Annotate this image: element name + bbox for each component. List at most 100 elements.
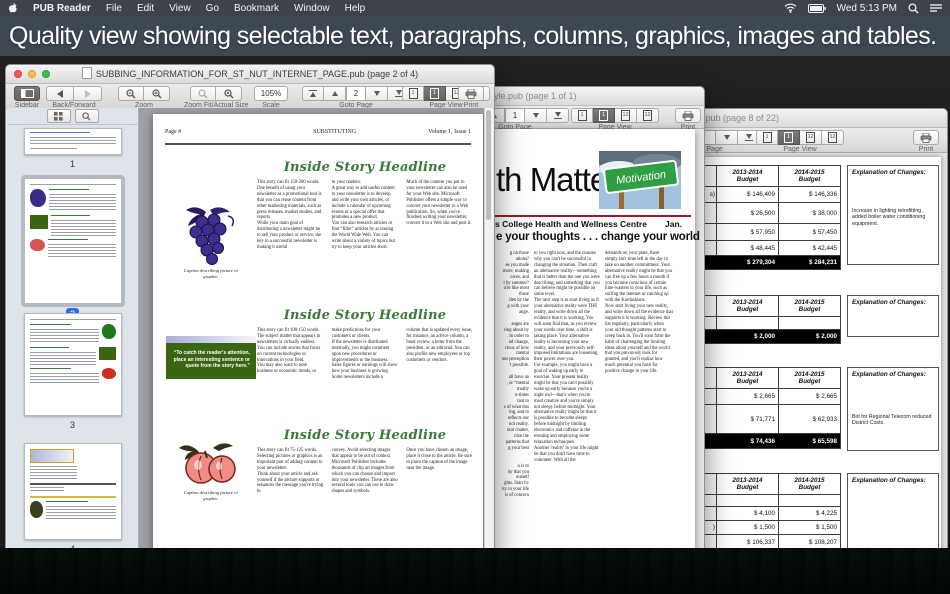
clock-menu[interactable]: Wed 5:13 PM <box>837 3 897 14</box>
single-page-view-button[interactable]: 1 <box>402 86 424 101</box>
thumbnail-item-4[interactable]: 4 <box>7 443 138 554</box>
front-window-title: SUBBING_INFORMATION_FOR_ST_NUT_INTERNET_… <box>96 69 418 79</box>
print-button[interactable] <box>675 108 701 123</box>
notification-center-menu[interactable] <box>930 3 942 13</box>
two-page-continuous-button[interactable]: 12 <box>637 108 659 123</box>
header-left: Page # <box>165 129 181 135</box>
newsletter-page: Page # SUBSTITUTING Volume 1, Issue 1 <box>153 114 483 551</box>
single-page-continuous-button[interactable]: 1 <box>778 130 800 145</box>
two-page-continuous-button[interactable]: 12 <box>822 130 844 145</box>
header-center: SUBSTITUTING <box>313 129 356 135</box>
peaches-image <box>177 438 245 488</box>
forward-button[interactable] <box>74 86 102 101</box>
goto-first-page-button[interactable] <box>302 86 324 101</box>
back-button[interactable] <box>46 86 74 101</box>
story-column: This story can fit 100-150 words. The su… <box>257 328 324 381</box>
thumbnail-view-button[interactable] <box>47 109 71 123</box>
zoom-fit-icon <box>198 89 208 99</box>
thumbnail-item-2[interactable]: 2 <box>7 178 138 320</box>
zoom-out-button[interactable] <box>118 86 144 101</box>
goto-last-page-button[interactable] <box>547 108 569 123</box>
page-number-field[interactable]: 1 <box>505 108 525 123</box>
next-page-button[interactable] <box>716 130 738 145</box>
story-column: This story can fit 75-125 words. Selecti… <box>257 448 324 495</box>
zoom-in-button[interactable] <box>144 86 170 101</box>
previous-page-button[interactable] <box>324 86 346 101</box>
motivation-sign-image: Motivation <box>599 151 681 209</box>
story-2: “To catch the reader's attention, place … <box>165 308 473 381</box>
sidebar-toggle-button[interactable] <box>14 86 40 101</box>
two-page-view-button[interactable]: 12 <box>800 130 822 145</box>
window-controls <box>14 70 50 78</box>
front-window-titlebar[interactable]: SUBBING_INFORMATION_FOR_ST_NUT_INTERNET_… <box>6 65 494 84</box>
menu-file[interactable]: File <box>106 3 122 14</box>
actual-size-button[interactable] <box>216 86 242 101</box>
search-button[interactable] <box>75 109 99 123</box>
menu-go[interactable]: Go <box>206 3 219 14</box>
print-label: Print <box>919 146 933 153</box>
menu-view[interactable]: View <box>169 3 191 14</box>
minimize-button[interactable] <box>28 70 36 78</box>
app-menu[interactable]: PUB Reader <box>33 3 91 14</box>
page-header: Page # SUBSTITUTING Volume 1, Issue 1 <box>165 129 471 135</box>
print-button[interactable] <box>458 86 484 101</box>
window-newsletter[interactable]: SUBBING_INFORMATION_FOR_ST_NUT_INTERNET_… <box>5 64 495 559</box>
story-headline: Inside Story Headline <box>257 308 473 323</box>
menu-bookmark[interactable]: Bookmark <box>234 3 279 14</box>
story-headline: Inside Story Headline <box>257 428 473 443</box>
story-column: to your readers. A great way to add usef… <box>332 180 399 251</box>
story-column: make predictions for your customers or c… <box>332 328 399 381</box>
masthead-mini <box>30 449 74 463</box>
scrollbar-thumb[interactable] <box>486 110 491 220</box>
story-column: Once you have chosen an image, place it … <box>406 448 473 495</box>
print-button[interactable] <box>913 130 939 145</box>
thumbnail-sidebar: 1 2 <box>7 108 139 557</box>
pullquote-mini <box>30 215 48 229</box>
thumbnail-item-1[interactable]: 1 <box>7 128 138 169</box>
next-page-button[interactable] <box>525 108 547 123</box>
budget-tables: 2013-2014 Budget2014-2015 Budget s)$ 146… <box>701 165 935 585</box>
actual-size-icon <box>224 89 234 99</box>
zoom-window-button[interactable] <box>42 70 50 78</box>
article-headline: e your thoughts . . . change your world <box>496 231 700 243</box>
battery-menu[interactable] <box>808 4 826 13</box>
back-arrow-icon <box>57 90 63 98</box>
back-window-title: .pub (page 8 of 22) <box>703 109 779 127</box>
close-button[interactable] <box>14 70 22 78</box>
scale-field[interactable]: 105% <box>254 86 288 101</box>
wifi-icon <box>784 3 797 13</box>
spotlight-icon <box>908 3 919 14</box>
article-column-3: demands on your plate, there simply isn'… <box>605 251 673 375</box>
zoom-fit-button[interactable] <box>190 86 216 101</box>
document-view[interactable]: Page # SUBSTITUTING Volume 1, Issue 1 <box>139 108 493 557</box>
header-rule <box>165 143 471 145</box>
thumbnail-item-3[interactable]: 3 <box>7 313 138 430</box>
wifi-menu[interactable] <box>784 3 797 13</box>
single-page-view-button[interactable]: 1 <box>571 108 593 123</box>
story-3: Caption describing picture or graphic. I… <box>165 428 473 502</box>
caption-text: Quality view showing selectable text, pa… <box>9 22 936 51</box>
document-scrollbar[interactable] <box>484 108 493 557</box>
peach-mini <box>30 239 45 251</box>
single-page-continuous-button[interactable]: 1 <box>593 108 615 123</box>
caption-banner: Quality view showing selectable text, pa… <box>0 16 950 56</box>
menu-edit[interactable]: Edit <box>137 3 154 14</box>
notification-list-icon <box>930 3 942 13</box>
menu-help[interactable]: Help <box>345 3 366 14</box>
grid-icon <box>54 112 63 121</box>
budget-table-2: 2013-2014 Budget2014-2015 Budget $ 2,000… <box>701 295 935 344</box>
printer-icon <box>682 111 694 121</box>
two-page-view-button[interactable]: 12 <box>615 108 637 123</box>
document-icon <box>82 67 92 79</box>
menu-window[interactable]: Window <box>294 3 330 14</box>
single-page-view-button[interactable]: 1 <box>756 130 778 145</box>
thumbnail-label-3: 3 <box>70 420 75 430</box>
single-page-continuous-button[interactable]: 1 <box>424 86 446 101</box>
printer-icon <box>920 133 932 143</box>
apple-menu[interactable] <box>8 2 18 15</box>
spotlight-menu[interactable] <box>908 3 919 14</box>
forward-arrow-icon <box>85 90 91 98</box>
header-right: Volume 1, Issue 1 <box>428 129 471 135</box>
middle-window-title: style.pub (page 1 of 1) <box>487 87 577 105</box>
grapes-mini <box>30 189 46 207</box>
